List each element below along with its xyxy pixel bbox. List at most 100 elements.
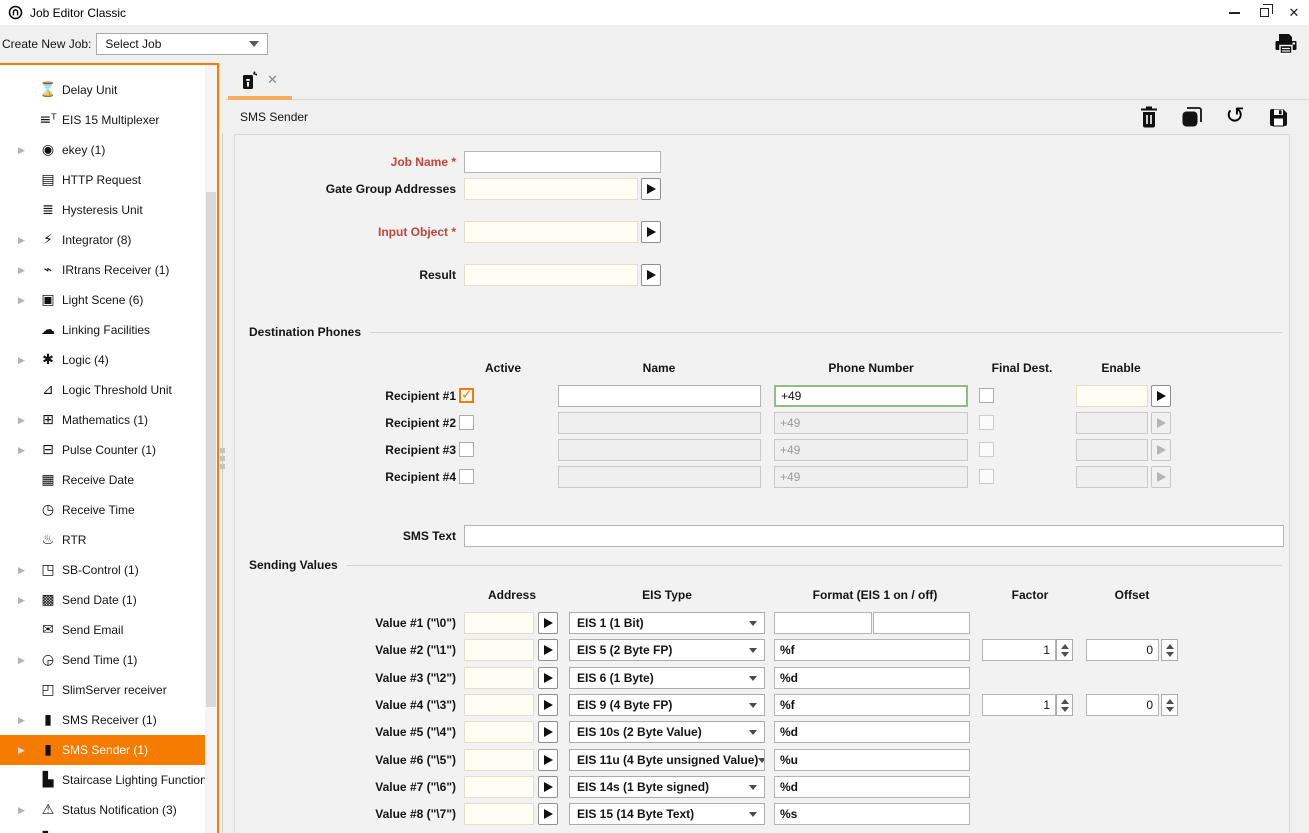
expander-icon[interactable]: ▶ (18, 745, 30, 756)
factor-input[interactable] (982, 694, 1056, 716)
eis-type-select[interactable]: EIS 11u (4 Byte unsigned Value) (569, 749, 765, 771)
format-on-input[interactable] (774, 612, 872, 634)
value-address-picker-button[interactable] (538, 612, 558, 634)
format-input[interactable] (774, 667, 970, 689)
eis-type-select[interactable]: EIS 9 (4 Byte FP) (569, 694, 765, 716)
expander-icon[interactable]: ▶ (18, 655, 30, 666)
format-input[interactable] (774, 776, 970, 798)
value-address-input[interactable] (464, 612, 534, 634)
expander-icon[interactable]: ▶ (18, 265, 30, 276)
eis-type-select[interactable]: EIS 10s (2 Byte Value) (569, 721, 765, 743)
expander-icon[interactable]: ▶ (18, 415, 30, 426)
value-address-input[interactable] (464, 694, 534, 716)
sidebar-item-hysteresis-unit[interactable]: ≣Hysteresis Unit (0, 195, 205, 225)
offset-spinner[interactable] (1161, 694, 1178, 716)
expander-icon[interactable]: ▶ (18, 715, 30, 726)
sidebar-item-mathematics-1[interactable]: ▶⊞Mathematics (1) (0, 405, 205, 435)
format-input[interactable] (774, 749, 970, 771)
sidebar-item-staircase-lighting-function[interactable]: ▙Staircase Lighting Function (0, 765, 205, 795)
expander-icon[interactable]: ▶ (18, 355, 30, 366)
job-name-input[interactable] (464, 151, 661, 173)
value-address-picker-button[interactable] (538, 639, 558, 661)
active-checkbox[interactable] (459, 415, 474, 430)
sidebar-item-sms-sender-1[interactable]: ▶▮SMS Sender (1) (0, 735, 205, 765)
value-address-picker-button[interactable] (538, 776, 558, 798)
input-object-input[interactable] (464, 221, 638, 243)
print-button[interactable] (1272, 30, 1300, 58)
value-address-input[interactable] (464, 776, 534, 798)
sidebar-item-eis-15-multiplexer[interactable]: ≡ᵀEIS 15 Multiplexer (0, 105, 205, 135)
value-address-input[interactable] (464, 667, 534, 689)
expander-icon[interactable]: ▶ (18, 235, 30, 246)
recipient-name-input[interactable] (558, 466, 761, 488)
value-address-picker-button[interactable] (538, 721, 558, 743)
eis-type-select[interactable]: EIS 1 (1 Bit) (569, 612, 765, 634)
gate-group-picker-button[interactable] (641, 178, 661, 200)
input-object-picker-button[interactable] (641, 221, 661, 243)
format-off-input[interactable] (873, 612, 970, 634)
recipient-enable-picker-button[interactable] (1151, 385, 1171, 407)
sidebar-item-slimserver-receiver[interactable]: ◰SlimServer receiver (0, 675, 205, 705)
undo-button[interactable]: ↺ (1223, 105, 1247, 129)
expander-icon[interactable]: ▶ (18, 145, 30, 156)
value-address-input[interactable] (464, 721, 534, 743)
sidebar-scrollbar[interactable] (205, 65, 217, 833)
sidebar-item-receive-date[interactable]: ▦Receive Date (0, 465, 205, 495)
sms-text-input[interactable] (464, 525, 1284, 547)
recipient-phone-input[interactable] (774, 385, 968, 407)
delete-job-button[interactable] (1137, 105, 1161, 129)
tab-sms-sender[interactable]: ✕ (228, 63, 292, 100)
sidebar-item-integrator-8[interactable]: ▶⚡Integrator (8) (0, 225, 205, 255)
sidebar-item-send-time-1[interactable]: ▶◶Send Time (1) (0, 645, 205, 675)
value-address-input[interactable] (464, 803, 534, 825)
recipient-phone-input[interactable] (774, 412, 968, 434)
offset-input[interactable] (1086, 639, 1159, 661)
final-dest-checkbox[interactable] (979, 469, 994, 484)
value-address-picker-button[interactable] (538, 803, 558, 825)
sidebar-item-logic-4[interactable]: ▶✱Logic (4) (0, 345, 205, 375)
sidebar-item-partial[interactable]: ▚ (0, 825, 205, 833)
format-input[interactable] (774, 721, 970, 743)
format-input[interactable] (774, 639, 970, 661)
recipient-name-input[interactable] (558, 385, 761, 407)
sidebar-item-sb-control-1[interactable]: ▶◳SB-Control (1) (0, 555, 205, 585)
active-checkbox[interactable] (459, 388, 474, 403)
sidebar-item-light-scene-6[interactable]: ▶▣Light Scene (6) (0, 285, 205, 315)
recipient-phone-input[interactable] (774, 466, 968, 488)
value-address-picker-button[interactable] (538, 749, 558, 771)
active-checkbox[interactable] (459, 469, 474, 484)
offset-input[interactable] (1086, 694, 1159, 716)
sidebar-item-receive-time[interactable]: ◷Receive Time (0, 495, 205, 525)
sidebar-item-ekey-1[interactable]: ▶◉ekey (1) (0, 135, 205, 165)
sidebar-item-send-email[interactable]: ✉Send Email (0, 615, 205, 645)
sidebar-item-logic-threshold-unit[interactable]: ⊿Logic Threshold Unit (0, 375, 205, 405)
factor-spinner[interactable] (1056, 639, 1073, 661)
final-dest-checkbox[interactable] (979, 442, 994, 457)
recipient-enable-input[interactable] (1076, 439, 1148, 461)
scrollbar-thumb[interactable] (206, 192, 216, 707)
restore-button[interactable] (1249, 0, 1279, 25)
recipient-name-input[interactable] (558, 412, 761, 434)
value-address-picker-button[interactable] (538, 667, 558, 689)
eis-type-select[interactable]: EIS 14s (1 Byte signed) (569, 776, 765, 798)
recipient-enable-picker-button[interactable] (1151, 466, 1171, 488)
value-address-input[interactable] (464, 749, 534, 771)
sidebar-item-http-request[interactable]: ▤HTTP Request (0, 165, 205, 195)
sidebar-item-send-date-1[interactable]: ▶▩Send Date (1) (0, 585, 205, 615)
factor-input[interactable] (982, 639, 1056, 661)
expander-icon[interactable]: ▶ (18, 445, 30, 456)
result-input[interactable] (464, 264, 638, 286)
eis-type-select[interactable]: EIS 5 (2 Byte FP) (569, 639, 765, 661)
sidebar-item-rtr[interactable]: ♨RTR (0, 525, 205, 555)
active-checkbox[interactable] (459, 442, 474, 457)
gate-group-addresses-input[interactable] (464, 178, 638, 200)
expander-icon[interactable]: ▶ (18, 595, 30, 606)
sidebar-item-irtrans-receiver-1[interactable]: ▶⌁IRtrans Receiver (1) (0, 255, 205, 285)
expander-icon[interactable]: ▶ (18, 565, 30, 576)
final-dest-checkbox[interactable] (979, 415, 994, 430)
value-address-input[interactable] (464, 639, 534, 661)
copy-job-button[interactable] (1180, 105, 1204, 129)
close-button[interactable]: ✕ (1279, 0, 1309, 25)
save-button[interactable] (1266, 105, 1290, 129)
final-dest-checkbox[interactable] (979, 388, 994, 403)
